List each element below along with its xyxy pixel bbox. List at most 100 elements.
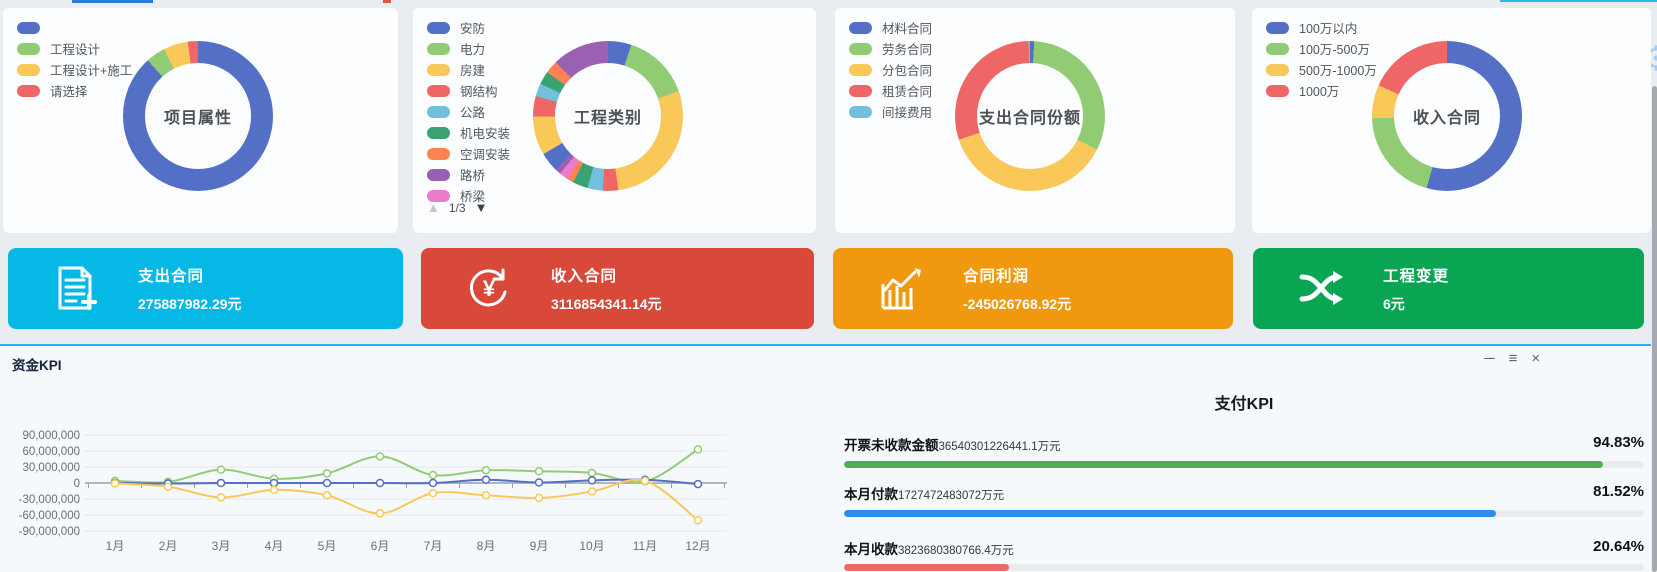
donut-center: 工程类别	[555, 63, 661, 169]
income-contract-card[interactable]: ¥ 收入合同 3116854341.14元	[421, 248, 814, 329]
legend-swatch-icon	[849, 106, 872, 118]
legend-label: 100万-500万	[1299, 39, 1370, 58]
legend-swatch-icon	[17, 43, 40, 55]
contract-profit-card[interactable]: 合同利润 -245026768.92元	[833, 248, 1233, 329]
legend-label: 租赁合同	[882, 81, 932, 100]
kpi-progress-fill	[844, 564, 1009, 571]
donut-center: 支出合同份额	[977, 63, 1083, 169]
legend-swatch-icon	[427, 106, 450, 118]
legend-swatch-icon	[427, 85, 450, 97]
legend-label: 安防	[460, 18, 485, 37]
legend-swatch-icon	[1266, 22, 1289, 34]
donut-title: 收入合同	[1413, 104, 1481, 128]
kpi-progress-track	[844, 564, 1644, 571]
kpi-label: 开票未收款金额	[844, 438, 939, 453]
fund-kpi-panel: 资金KPI ─ ≡ × 支付KPI 开票未收款金额36540301226441.…	[0, 344, 1651, 572]
legend-swatch-icon	[427, 169, 450, 181]
legend-item[interactable]: 公路	[427, 101, 510, 122]
legend-item[interactable]	[17, 17, 132, 38]
project-attribute-panel: 工程设计工程设计+施工请选择 项目属性	[3, 8, 398, 233]
legend-swatch-icon	[17, 64, 40, 76]
legend-label: 工程设计+施工	[50, 60, 132, 79]
card-value: 3116854341.14元	[551, 294, 662, 314]
legend-swatch-icon	[17, 85, 40, 97]
card-title: 收入合同	[551, 264, 662, 286]
expense-contract-card[interactable]: 支出合同 275887982.29元	[8, 248, 403, 329]
legend-swatch-icon	[1266, 64, 1289, 76]
kpi-percent: 81.52%	[1593, 483, 1644, 500]
legend-item[interactable]: 500万-1000万	[1266, 59, 1377, 80]
card-value: 6元	[1383, 294, 1449, 314]
legend-item[interactable]: 租赁合同	[849, 80, 932, 101]
legend-swatch-icon	[17, 22, 40, 34]
legend-item[interactable]: 工程设计+施工	[17, 59, 132, 80]
legend-label: 工程设计	[50, 39, 100, 58]
pager-label: 1/3	[449, 201, 466, 215]
legend-item[interactable]: 钢结构	[427, 80, 510, 101]
kpi-progress-fill	[844, 510, 1496, 517]
legend-item[interactable]: 安防	[427, 17, 510, 38]
legend-item[interactable]: 间接费用	[849, 101, 932, 122]
legend-label: 机电安装	[460, 123, 510, 142]
red-tab-tick	[383, 0, 391, 3]
legend-label: 空调安装	[460, 144, 510, 163]
kpi-value: 36540301226441.1万元	[939, 441, 1061, 453]
legend-swatch-icon	[849, 64, 872, 76]
legend-label: 材料合同	[882, 18, 932, 37]
kpi-label: 本月付款	[844, 487, 898, 502]
legend-label: 500万-1000万	[1299, 60, 1377, 79]
top-right-border-line	[1500, 0, 1657, 2]
legend-swatch-icon	[427, 127, 450, 139]
legend-swatch-icon	[1266, 85, 1289, 97]
pay-kpi-title: 支付KPI	[844, 390, 1644, 414]
legend-swatch-icon	[427, 22, 450, 34]
card-title: 合同利润	[963, 264, 1071, 286]
dashboard: ⚙ 工程设计工程设计+施工请选择 项目属性 安防电力房建钢结构公路机电安装空调安…	[0, 0, 1657, 572]
legend-label: 间接费用	[882, 102, 932, 121]
legend-item[interactable]: 房建	[427, 59, 510, 80]
pay-kpi-row: 本月付款1727472483072万元81.52%	[844, 483, 1644, 504]
legend-item[interactable]: 100万以内	[1266, 17, 1377, 38]
kpi-progress-track	[844, 510, 1644, 517]
shuffle-icon	[1297, 264, 1345, 312]
project-category-panel: 安防电力房建钢结构公路机电安装空调安装路桥桥梁 工程类别 ▲ 1/3 ▼	[413, 8, 816, 233]
legend-label: 请选择	[50, 81, 88, 100]
legend-item[interactable]: 1000万	[1266, 80, 1377, 101]
legend-swatch-icon	[1266, 43, 1289, 55]
card-title: 支出合同	[138, 264, 242, 286]
legend-item[interactable]: 劳务合同	[849, 38, 932, 59]
legend-swatch-icon	[427, 148, 450, 160]
vertical-scrollbar[interactable]	[1652, 86, 1657, 572]
legend-item[interactable]: 路桥	[427, 164, 510, 185]
card-value: -245026768.92元	[963, 294, 1071, 314]
project-change-card[interactable]: 工程变更 6元	[1253, 248, 1644, 329]
pager-up-icon[interactable]: ▲	[427, 200, 440, 215]
legend-item[interactable]: 100万-500万	[1266, 38, 1377, 59]
kpi-value: 3823680380766.4万元	[898, 545, 1014, 557]
card-value: 275887982.29元	[138, 294, 242, 314]
legend-item[interactable]: 机电安装	[427, 122, 510, 143]
income-contract-panel: 100万以内100万-500万 500万-1000万1000万 收入合同	[1252, 8, 1651, 233]
legend-swatch-icon	[427, 64, 450, 76]
donut-title: 工程类别	[574, 104, 642, 128]
legend-label: 分包合同	[882, 60, 932, 79]
legend-item[interactable]: 工程设计	[17, 38, 132, 59]
legend: 工程设计工程设计+施工请选择	[17, 17, 132, 101]
legend-pager: ▲ 1/3 ▼	[427, 200, 487, 215]
kpi-percent: 94.83%	[1593, 434, 1644, 451]
legend-label: 钢结构	[460, 81, 498, 100]
legend-item[interactable]: 电力	[427, 38, 510, 59]
donut-title: 项目属性	[164, 104, 232, 128]
legend-item[interactable]: 分包合同	[849, 59, 932, 80]
legend-item[interactable]: 请选择	[17, 80, 132, 101]
pay-kpi-section: 支付KPI 开票未收款金额36540301226441.1万元 94.83% 本月付…	[844, 346, 1644, 572]
legend-swatch-icon	[849, 43, 872, 55]
pager-down-icon[interactable]: ▼	[475, 200, 488, 215]
donut-center: 收入合同	[1394, 63, 1500, 169]
legend-item[interactable]: 空调安装	[427, 143, 510, 164]
legend: 100万以内100万-500万 500万-1000万1000万	[1266, 17, 1377, 101]
legend-label: 电力	[460, 39, 485, 58]
kpi-progress-track	[844, 461, 1644, 468]
card-title: 工程变更	[1383, 264, 1449, 286]
legend-item[interactable]: 材料合同	[849, 17, 932, 38]
